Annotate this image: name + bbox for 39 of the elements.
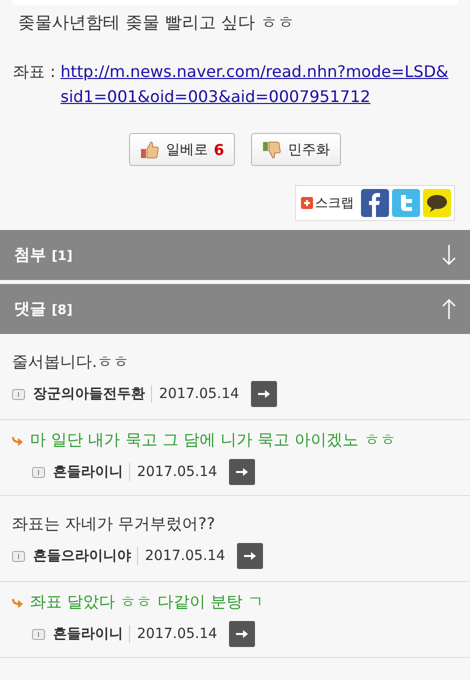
arrow-right-icon	[257, 389, 272, 399]
comment-text: 마 일단 내가 묵고 그 담에 니가 묵고 아이겠노 ㅎㅎ	[30, 430, 396, 451]
upvote-button[interactable]: 일베로 6	[128, 133, 236, 166]
section-header[interactable]: 댓글 [8]	[0, 284, 470, 334]
post-text: 좆물사년함테 좆물 빨리고 싶다 ㅎㅎ	[17, 12, 296, 35]
go-button[interactable]	[229, 459, 256, 485]
arrow-right-icon	[235, 629, 250, 639]
comment-author[interactable]: 흔들라이니	[45, 463, 130, 481]
thumbs-down-icon	[262, 140, 282, 160]
plus-icon	[301, 197, 313, 209]
comment-date: 2017.05.14	[158, 386, 240, 402]
info-icon	[32, 466, 45, 478]
scrap-button[interactable]: 스크랩	[301, 194, 354, 212]
comment-date: 2017.05.14	[136, 626, 218, 642]
comment-date: 2017.05.14	[144, 548, 226, 564]
comment-author[interactable]: 흔들라이니	[45, 625, 130, 643]
source-label: 좌표 :	[13, 61, 56, 83]
thumbs-up-icon	[140, 140, 160, 160]
facebook-icon[interactable]	[361, 189, 389, 217]
reply-arrow-icon	[12, 436, 24, 446]
speech-bubble-icon[interactable]	[423, 189, 451, 217]
comment-date: 2017.05.14	[136, 464, 218, 480]
info-icon	[32, 628, 45, 640]
downvote-button[interactable]: 민주화	[251, 133, 342, 166]
go-button[interactable]	[251, 381, 278, 407]
comment-author[interactable]: 장군의아들전두환	[25, 385, 152, 403]
info-icon	[12, 550, 25, 562]
source-link[interactable]: http://m.news.naver.com/read.nhn?mode=LSD&sid1=001&oid=003&aid=0007951712	[60, 59, 456, 109]
section-header[interactable]: 첨부 [1]	[0, 230, 470, 280]
go-button[interactable]	[229, 621, 256, 647]
comment-text: 좌표는 자네가 무거부렀어??	[12, 514, 216, 535]
arrow-right-icon	[243, 551, 258, 561]
info-icon	[12, 388, 25, 400]
arrow-right-icon	[235, 467, 250, 477]
comment-text: 좌표 달았다 ㅎㅎ 다같이 분탕 ㄱ	[30, 592, 264, 613]
go-button[interactable]	[237, 543, 264, 569]
reply-arrow-icon	[12, 598, 24, 608]
comment-text: 줄서봅니다.ㅎㅎ	[12, 352, 130, 373]
comment-author[interactable]: 흔들으라이니야	[25, 547, 138, 565]
